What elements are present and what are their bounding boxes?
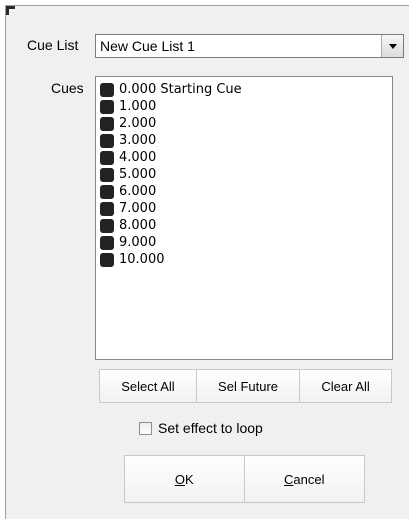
corner-mark-horizontal — [6, 6, 15, 9]
checkbox-icon[interactable] — [100, 82, 114, 97]
checkbox-icon[interactable] — [100, 116, 114, 131]
dialog-button-group: OK Cancel — [124, 455, 365, 503]
cue-list-selected-value: New Cue List 1 — [100, 38, 195, 54]
cue-item[interactable]: 7.000 — [100, 200, 392, 217]
clear-all-button[interactable]: Clear All — [300, 370, 392, 402]
cue-item[interactable]: 3.000 — [100, 132, 392, 149]
cue-item[interactable]: 1.000 — [100, 98, 392, 115]
select-all-button[interactable]: Select All — [100, 370, 197, 402]
cue-item-label: 10.000 — [119, 252, 165, 267]
cue-item[interactable]: 10.000 — [100, 251, 392, 268]
chevron-down-icon — [389, 44, 397, 49]
cancel-label-rest: ancel — [293, 471, 325, 487]
cue-item[interactable]: 9.000 — [100, 234, 392, 251]
cue-item[interactable]: 2.000 — [100, 115, 392, 132]
cue-item-label: 9.000 — [119, 235, 157, 250]
cancel-button[interactable]: Cancel — [244, 456, 364, 502]
checkbox-icon[interactable] — [100, 184, 114, 199]
cue-item-label: 6.000 — [119, 184, 157, 199]
dropdown-button[interactable] — [381, 35, 403, 57]
cue-item-label: 7.000 — [119, 201, 157, 216]
selection-button-group: Select All Sel Future Clear All — [99, 369, 392, 403]
cue-item-label: 3.000 — [119, 133, 157, 148]
cue-item[interactable]: 8.000 — [100, 217, 392, 234]
cue-item-label: 4.000 — [119, 150, 157, 165]
ok-button[interactable]: OK — [125, 456, 245, 502]
cancel-accelerator: C — [284, 471, 294, 487]
checkbox-icon[interactable] — [100, 167, 114, 182]
cue-item-label: 5.000 — [119, 167, 157, 182]
checkbox-icon[interactable] — [100, 252, 114, 267]
cue-item[interactable]: 5.000 — [100, 166, 392, 183]
checkbox-icon[interactable] — [100, 235, 114, 250]
loop-checkbox[interactable] — [139, 421, 152, 435]
cue-item[interactable]: 4.000 — [100, 149, 392, 166]
loop-checkbox-label: Set effect to loop — [158, 420, 263, 436]
ok-accelerator: O — [174, 471, 185, 487]
ok-label-rest: K — [184, 471, 194, 487]
cue-list-label: Cue List — [27, 37, 79, 53]
cue-item-label: 1.000 — [119, 99, 157, 114]
loop-checkbox-row[interactable]: Set effect to loop — [139, 420, 263, 436]
cue-item[interactable]: 0.000 Starting Cue — [100, 81, 392, 98]
cue-select-dialog: Cue List New Cue List 1 Cues 0.000 Start… — [5, 5, 409, 519]
cue-item[interactable]: 6.000 — [100, 183, 392, 200]
checkbox-icon[interactable] — [100, 99, 114, 114]
sel-future-button[interactable]: Sel Future — [196, 370, 301, 402]
checkbox-icon[interactable] — [100, 218, 114, 233]
checkbox-icon[interactable] — [100, 150, 114, 165]
cue-item-label: 0.000 Starting Cue — [119, 82, 242, 97]
checkbox-icon[interactable] — [100, 201, 114, 216]
cue-item-label: 2.000 — [119, 116, 157, 131]
cues-listbox[interactable]: 0.000 Starting Cue 1.000 2.000 3.000 4.0… — [95, 76, 393, 360]
cue-item-label: 8.000 — [119, 218, 157, 233]
checkbox-icon[interactable] — [100, 133, 114, 148]
cue-list-dropdown[interactable]: New Cue List 1 — [95, 34, 404, 58]
cues-label: Cues — [51, 80, 84, 96]
